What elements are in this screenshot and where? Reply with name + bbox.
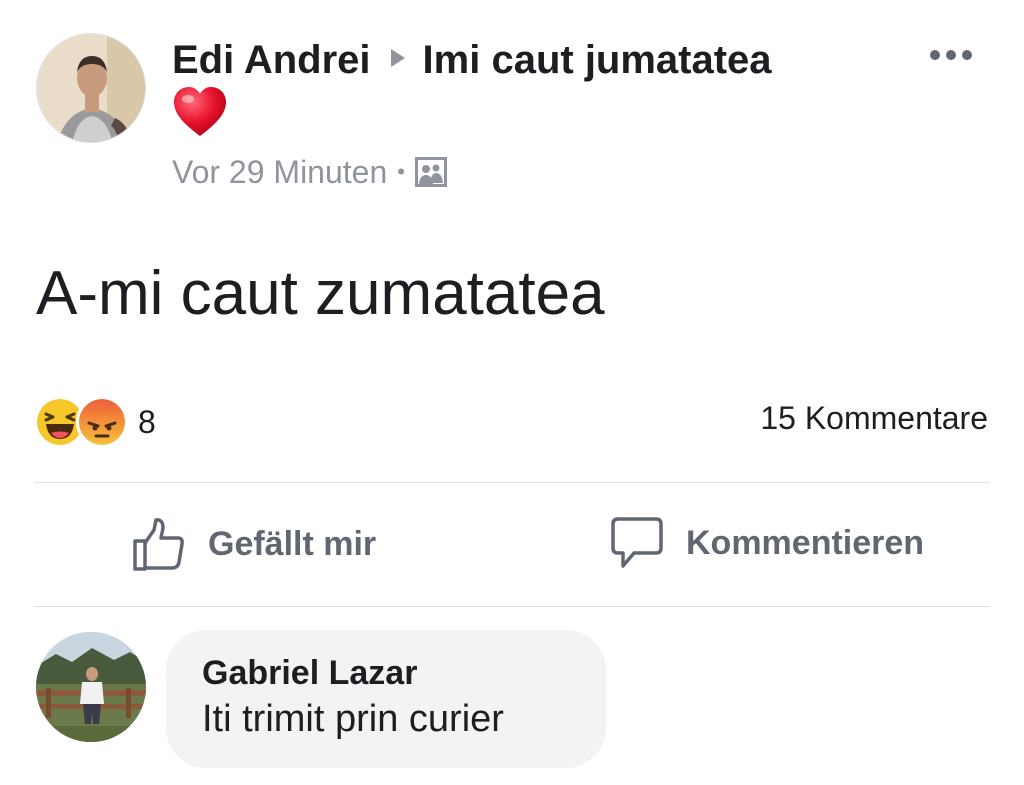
- author-avatar[interactable]: [36, 33, 146, 143]
- author-name[interactable]: Edi Andrei: [172, 38, 371, 82]
- more-dot-icon: [930, 50, 940, 60]
- heart-icon: [174, 87, 226, 136]
- more-dot-icon: [962, 50, 972, 60]
- comment-button[interactable]: Kommentieren: [610, 516, 924, 570]
- post-text: A-mi caut zumatatea: [36, 259, 605, 328]
- right-triangle-icon: [390, 49, 405, 67]
- like-label: Gefällt mir: [208, 524, 377, 563]
- group-name[interactable]: Imi caut jumatatea: [423, 38, 772, 82]
- more-options-button[interactable]: [930, 50, 972, 60]
- like-button[interactable]: Gefällt mir: [132, 516, 376, 572]
- post-header: Edi Andrei Imi caut jumatatea: [172, 36, 772, 84]
- comments-count-link[interactable]: 15 Kommentare: [760, 398, 988, 438]
- more-dot-icon: [946, 50, 956, 60]
- timestamp[interactable]: Vor 29 Minuten: [172, 152, 387, 192]
- comment-bubble: Gabriel Lazar Iti trimit prin curier: [166, 630, 606, 768]
- divider: [34, 482, 990, 483]
- commenter-avatar[interactable]: [36, 632, 146, 742]
- feed-post: Edi Andrei Imi caut jumatatea Vor 29 Minu…: [0, 0, 1024, 785]
- post-meta: Vor 29 Minuten •: [172, 152, 447, 192]
- reaction-count: 8: [138, 403, 156, 440]
- speech-bubble-icon: [611, 517, 663, 568]
- comment-text: Iti trimit prin curier: [202, 698, 504, 740]
- commenter-name[interactable]: Gabriel Lazar: [202, 652, 570, 694]
- reactions-summary[interactable]: 8: [34, 396, 156, 448]
- group-photo-icon[interactable]: [414, 157, 447, 187]
- comment-label: Kommentieren: [686, 523, 925, 562]
- divider: [34, 606, 990, 607]
- thumbs-up-icon: [133, 518, 184, 571]
- angry-reaction-icon: [76, 396, 128, 448]
- meta-separator: •: [397, 159, 405, 184]
